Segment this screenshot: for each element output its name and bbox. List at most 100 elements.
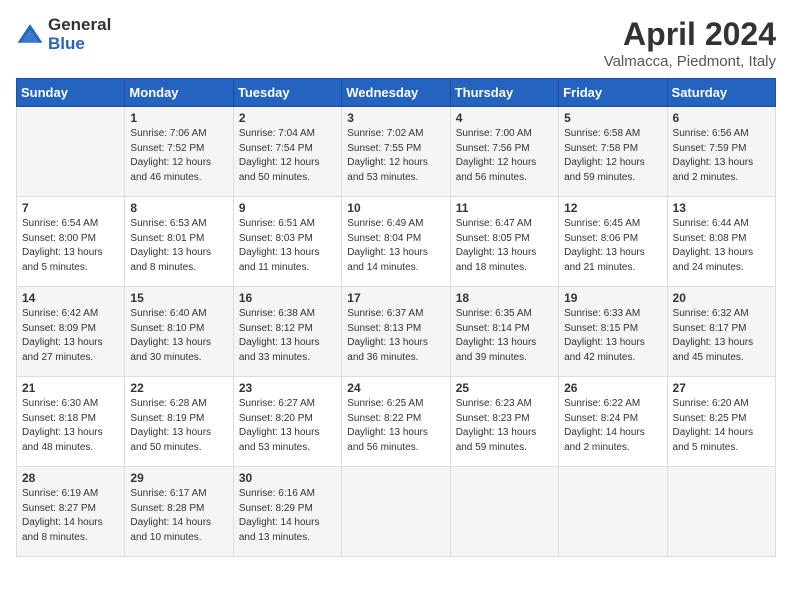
cell-content: Sunrise: 6:35 AMSunset: 8:14 PMDaylight:… — [456, 307, 553, 365]
day-number: 21 — [22, 381, 119, 395]
day-number: 22 — [130, 381, 227, 395]
logo: General Blue — [16, 16, 111, 53]
calendar-cell: 1 Sunrise: 7:06 AMSunset: 7:52 PMDaylight… — [125, 107, 233, 197]
cell-content: Sunrise: 6:19 AMSunset: 8:27 PMDaylight:… — [22, 487, 119, 545]
calendar-cell: 28 Sunrise: 6:19 AMSunset: 8:27 PMDayligh… — [17, 467, 125, 557]
cell-content: Sunrise: 6:27 AMSunset: 8:20 PMDaylight:… — [239, 397, 336, 455]
calendar-cell: 27 Sunrise: 6:20 AMSunset: 8:25 PMDayligh… — [667, 377, 775, 467]
day-number: 4 — [456, 111, 553, 125]
location: Valmacca, Piedmont, Italy — [604, 53, 776, 70]
day-number: 25 — [456, 381, 553, 395]
calendar-header: SundayMondayTuesdayWednesdayThursdayFrid… — [17, 79, 776, 107]
cell-content: Sunrise: 7:00 AMSunset: 7:56 PMDaylight:… — [456, 127, 553, 185]
cell-content: Sunrise: 6:30 AMSunset: 8:18 PMDaylight:… — [22, 397, 119, 455]
day-number: 27 — [673, 381, 770, 395]
day-number: 20 — [673, 291, 770, 305]
day-number: 11 — [456, 201, 553, 215]
calendar-cell: 9 Sunrise: 6:51 AMSunset: 8:03 PMDaylight… — [233, 197, 341, 287]
calendar-cell: 6 Sunrise: 6:56 AMSunset: 7:59 PMDaylight… — [667, 107, 775, 197]
day-number: 26 — [564, 381, 661, 395]
calendar-week-row: 1 Sunrise: 7:06 AMSunset: 7:52 PMDaylight… — [17, 107, 776, 197]
calendar-cell: 30Sunrise: 6:16 AMSunset: 8:29 PMDayligh… — [233, 467, 341, 557]
cell-content: Sunrise: 6:28 AMSunset: 8:19 PMDaylight:… — [130, 397, 227, 455]
calendar-cell: 19 Sunrise: 6:33 AMSunset: 8:15 PMDayligh… — [559, 287, 667, 377]
cell-content: Sunrise: 6:58 AMSunset: 7:58 PMDaylight:… — [564, 127, 661, 185]
cell-content: Sunrise: 6:23 AMSunset: 8:23 PMDaylight:… — [456, 397, 553, 455]
calendar-cell: 20Sunrise: 6:32 AMSunset: 8:17 PMDayligh… — [667, 287, 775, 377]
day-number: 6 — [673, 111, 770, 125]
calendar-cell: 15Sunrise: 6:40 AMSunset: 8:10 PMDayligh… — [125, 287, 233, 377]
calendar-cell: 23 Sunrise: 6:27 AMSunset: 8:20 PMDayligh… — [233, 377, 341, 467]
calendar-cell: 26 Sunrise: 6:22 AMSunset: 8:24 PMDayligh… — [559, 377, 667, 467]
cell-content: Sunrise: 6:44 AMSunset: 8:08 PMDaylight:… — [673, 217, 770, 275]
day-number: 15 — [130, 291, 227, 305]
calendar-week-row: 21 Sunrise: 6:30 AMSunset: 8:18 PMDayligh… — [17, 377, 776, 467]
calendar-cell: 18Sunrise: 6:35 AMSunset: 8:14 PMDayligh… — [450, 287, 558, 377]
cell-content: Sunrise: 6:45 AMSunset: 8:06 PMDaylight:… — [564, 217, 661, 275]
day-number: 13 — [673, 201, 770, 215]
calendar-cell: 16Sunrise: 6:38 AMSunset: 8:12 PMDayligh… — [233, 287, 341, 377]
day-number: 2 — [239, 111, 336, 125]
cell-content: Sunrise: 6:47 AMSunset: 8:05 PMDaylight:… — [456, 217, 553, 275]
cell-content: Sunrise: 6:53 AMSunset: 8:01 PMDaylight:… — [130, 217, 227, 275]
weekday-header: Monday — [125, 79, 233, 107]
calendar-cell: 17 Sunrise: 6:37 AMSunset: 8:13 PMDayligh… — [342, 287, 450, 377]
cell-content: Sunrise: 6:20 AMSunset: 8:25 PMDaylight:… — [673, 397, 770, 455]
cell-content: Sunrise: 6:16 AMSunset: 8:29 PMDaylight:… — [239, 487, 336, 545]
calendar-cell: 13 Sunrise: 6:44 AMSunset: 8:08 PMDayligh… — [667, 197, 775, 287]
calendar-week-row: 7 Sunrise: 6:54 AMSunset: 8:00 PMDaylight… — [17, 197, 776, 287]
calendar-cell — [342, 467, 450, 557]
calendar-cell: 4 Sunrise: 7:00 AMSunset: 7:56 PMDaylight… — [450, 107, 558, 197]
cell-content: Sunrise: 7:04 AMSunset: 7:54 PMDaylight:… — [239, 127, 336, 185]
calendar-week-row: 28 Sunrise: 6:19 AMSunset: 8:27 PMDayligh… — [17, 467, 776, 557]
cell-content: Sunrise: 6:49 AMSunset: 8:04 PMDaylight:… — [347, 217, 444, 275]
cell-content: Sunrise: 6:17 AMSunset: 8:28 PMDaylight:… — [130, 487, 227, 545]
weekday-header: Thursday — [450, 79, 558, 107]
calendar-cell: 10Sunrise: 6:49 AMSunset: 8:04 PMDayligh… — [342, 197, 450, 287]
day-number: 17 — [347, 291, 444, 305]
cell-content: Sunrise: 6:33 AMSunset: 8:15 PMDaylight:… — [564, 307, 661, 365]
calendar-cell — [450, 467, 558, 557]
month-title: April 2024 — [604, 16, 776, 53]
cell-content: Sunrise: 6:37 AMSunset: 8:13 PMDaylight:… — [347, 307, 444, 365]
calendar-cell: 25 Sunrise: 6:23 AMSunset: 8:23 PMDayligh… — [450, 377, 558, 467]
calendar-cell — [667, 467, 775, 557]
day-number: 1 — [130, 111, 227, 125]
cell-content: Sunrise: 6:56 AMSunset: 7:59 PMDaylight:… — [673, 127, 770, 185]
calendar-cell: 3 Sunrise: 7:02 AMSunset: 7:55 PMDaylight… — [342, 107, 450, 197]
weekday-header: Tuesday — [233, 79, 341, 107]
page-header: General Blue April 2024 Valmacca, Piedmo… — [16, 16, 776, 70]
weekday-header: Sunday — [17, 79, 125, 107]
logo-blue: Blue — [48, 35, 111, 54]
day-number: 9 — [239, 201, 336, 215]
day-number: 28 — [22, 471, 119, 485]
calendar-cell — [17, 107, 125, 197]
calendar-cell — [559, 467, 667, 557]
weekday-header: Wednesday — [342, 79, 450, 107]
cell-content: Sunrise: 7:02 AMSunset: 7:55 PMDaylight:… — [347, 127, 444, 185]
logo-general: General — [48, 16, 111, 35]
day-number: 19 — [564, 291, 661, 305]
logo-icon — [16, 21, 44, 49]
cell-content: Sunrise: 6:22 AMSunset: 8:24 PMDaylight:… — [564, 397, 661, 455]
calendar-cell: 29Sunrise: 6:17 AMSunset: 8:28 PMDayligh… — [125, 467, 233, 557]
calendar-cell: 7 Sunrise: 6:54 AMSunset: 8:00 PMDaylight… — [17, 197, 125, 287]
day-number: 5 — [564, 111, 661, 125]
calendar-cell: 5 Sunrise: 6:58 AMSunset: 7:58 PMDaylight… — [559, 107, 667, 197]
weekday-header: Friday — [559, 79, 667, 107]
day-number: 7 — [22, 201, 119, 215]
day-number: 3 — [347, 111, 444, 125]
cell-content: Sunrise: 6:54 AMSunset: 8:00 PMDaylight:… — [22, 217, 119, 275]
calendar-week-row: 14Sunrise: 6:42 AMSunset: 8:09 PMDayligh… — [17, 287, 776, 377]
cell-content: Sunrise: 6:51 AMSunset: 8:03 PMDaylight:… — [239, 217, 336, 275]
logo-text: General Blue — [48, 16, 111, 53]
calendar-table: SundayMondayTuesdayWednesdayThursdayFrid… — [16, 78, 776, 557]
calendar-cell: 11 Sunrise: 6:47 AMSunset: 8:05 PMDayligh… — [450, 197, 558, 287]
cell-content: Sunrise: 6:25 AMSunset: 8:22 PMDaylight:… — [347, 397, 444, 455]
cell-content: Sunrise: 7:06 AMSunset: 7:52 PMDaylight:… — [130, 127, 227, 185]
day-number: 8 — [130, 201, 227, 215]
calendar-cell: 12Sunrise: 6:45 AMSunset: 8:06 PMDayligh… — [559, 197, 667, 287]
calendar-cell: 24Sunrise: 6:25 AMSunset: 8:22 PMDayligh… — [342, 377, 450, 467]
day-number: 23 — [239, 381, 336, 395]
calendar-cell: 8 Sunrise: 6:53 AMSunset: 8:01 PMDaylight… — [125, 197, 233, 287]
